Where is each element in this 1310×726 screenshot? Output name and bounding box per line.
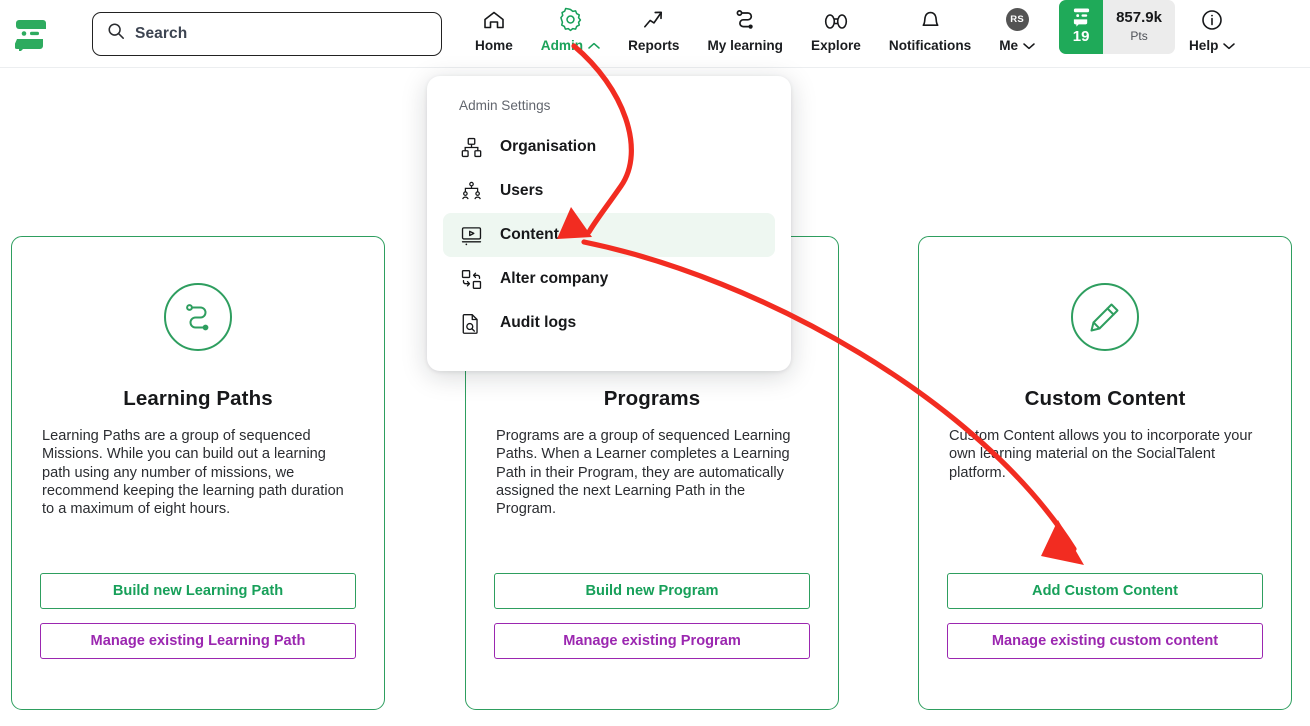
dropdown-item-users[interactable]: Users bbox=[443, 169, 775, 213]
dropdown-item-content[interactable]: Content bbox=[443, 213, 775, 257]
build-new-learning-path-button[interactable]: Build new Learning Path bbox=[40, 573, 356, 609]
bell-icon bbox=[919, 7, 942, 33]
card-description: Custom Content allows you to incorporate… bbox=[949, 428, 1253, 481]
points-value: 857.9k bbox=[1116, 9, 1162, 27]
trending-up-icon bbox=[641, 7, 666, 33]
nav-label-admin: Admin bbox=[541, 38, 600, 53]
chevron-down-icon bbox=[1223, 38, 1236, 53]
org-chart-icon bbox=[460, 136, 482, 158]
nav-item-explore[interactable]: Explore bbox=[797, 0, 875, 53]
users-tree-icon bbox=[460, 180, 482, 202]
dropdown-item-audit-logs[interactable]: Audit logs bbox=[443, 301, 775, 345]
avatar-initials: RS bbox=[1005, 8, 1029, 31]
dropdown-title: Admin Settings bbox=[459, 98, 551, 113]
pencil-icon bbox=[1071, 283, 1139, 351]
manage-existing-custom-content-button[interactable]: Manage existing custom content bbox=[947, 623, 1263, 659]
nav-item-my-learning[interactable]: My learning bbox=[693, 0, 797, 53]
video-monitor-icon bbox=[460, 224, 482, 246]
nav-label-my-learning: My learning bbox=[707, 37, 783, 53]
nav-label-explore: Explore bbox=[811, 37, 861, 53]
search-input[interactable]: Search bbox=[92, 11, 442, 56]
build-new-program-button[interactable]: Build new Program bbox=[494, 573, 810, 609]
card-description: Learning Paths are a group of sequenced … bbox=[42, 428, 344, 518]
card-learning-paths: Learning Paths Learning Paths are a grou… bbox=[11, 236, 385, 710]
card-title: Programs bbox=[603, 387, 701, 410]
nav-item-admin[interactable]: Admin bbox=[527, 0, 614, 53]
search-icon bbox=[107, 22, 125, 45]
dropdown-label: Users bbox=[500, 182, 544, 199]
chevron-up-icon bbox=[588, 38, 600, 53]
points-badge[interactable]: 19 857.9k Pts bbox=[1059, 0, 1175, 54]
dropdown-label: Organisation bbox=[500, 138, 597, 155]
dropdown-item-alter-company[interactable]: Alter company bbox=[443, 257, 775, 301]
nav-label-home: Home bbox=[475, 37, 513, 53]
card-description: Programs are a group of sequenced Learni… bbox=[496, 428, 791, 518]
nav-label-help: Help bbox=[1189, 38, 1236, 53]
nav-item-help[interactable]: Help bbox=[1175, 0, 1249, 53]
swap-company-icon bbox=[460, 268, 482, 290]
dropdown-label: Audit logs bbox=[500, 314, 577, 331]
card-title: Learning Paths bbox=[123, 387, 273, 410]
learning-path-icon bbox=[164, 283, 232, 351]
nav-items: Home Admin Reports My learning Explore N… bbox=[461, 0, 1249, 68]
card-custom-content: Custom Content Custom Content allows you… bbox=[918, 236, 1292, 710]
binoculars-icon bbox=[823, 7, 849, 33]
nav-label-reports: Reports bbox=[628, 37, 680, 53]
nav-item-notifications[interactable]: Notifications bbox=[875, 0, 985, 53]
card-actions: Build new Program Manage existing Progra… bbox=[494, 573, 810, 659]
page-root: Search Home Admin Reports My learning Ex… bbox=[0, 0, 1310, 726]
card-title: Custom Content bbox=[1024, 387, 1186, 410]
nav-label-notifications: Notifications bbox=[888, 37, 972, 53]
search-placeholder: Search bbox=[135, 24, 188, 42]
dropdown-item-organisation[interactable]: Organisation bbox=[443, 125, 775, 169]
add-custom-content-button[interactable]: Add Custom Content bbox=[947, 573, 1263, 609]
gear-icon bbox=[558, 7, 583, 33]
nav-label-me: Me bbox=[999, 38, 1035, 53]
manage-existing-program-button[interactable]: Manage existing Program bbox=[494, 623, 810, 659]
points-value-group: 857.9k Pts bbox=[1103, 0, 1175, 54]
info-icon bbox=[1200, 7, 1224, 33]
nav-item-me[interactable]: RS Me bbox=[985, 0, 1049, 53]
top-navigation-bar: Search Home Admin Reports My learning Ex… bbox=[0, 0, 1310, 68]
doc-search-icon bbox=[460, 312, 482, 334]
manage-existing-learning-path-button[interactable]: Manage existing Learning Path bbox=[40, 623, 356, 659]
chevron-down-icon bbox=[1023, 38, 1035, 53]
dropdown-label: Alter company bbox=[500, 270, 609, 287]
path-icon bbox=[733, 7, 757, 33]
level-badge: 19 bbox=[1059, 0, 1104, 54]
avatar: RS bbox=[1005, 7, 1029, 33]
nav-item-home[interactable]: Home bbox=[461, 0, 527, 53]
points-unit: Pts bbox=[1130, 28, 1148, 43]
level-number: 19 bbox=[1072, 27, 1090, 45]
nav-item-reports[interactable]: Reports bbox=[614, 0, 693, 53]
card-actions: Build new Learning Path Manage existing … bbox=[40, 573, 356, 659]
socialtalent-logo[interactable] bbox=[0, 17, 62, 51]
card-actions: Add Custom Content Manage existing custo… bbox=[947, 573, 1263, 659]
home-icon bbox=[482, 7, 506, 33]
admin-settings-dropdown: Admin Settings Organisation Users Conten… bbox=[427, 76, 791, 371]
dropdown-label: Content bbox=[500, 226, 559, 243]
